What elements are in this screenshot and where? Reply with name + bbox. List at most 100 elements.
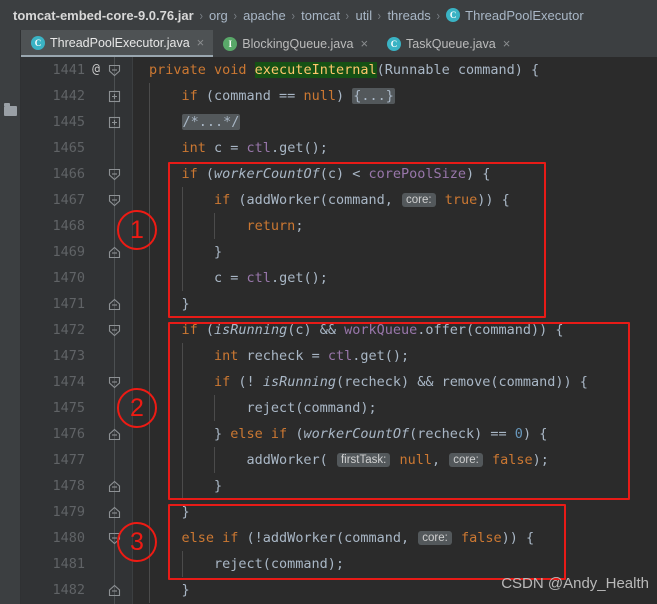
code-fold-collapse-down-icon[interactable] [108,376,121,389]
code-token: true [444,192,478,208]
breadcrumb-item[interactable]: tomcat-embed-core-9.0.76.jar [10,7,197,24]
line-number: 1479 [52,504,85,520]
breadcrumb-item[interactable]: apache [240,7,289,24]
code-token: core: [401,193,436,207]
code-fold-collapse-down-icon[interactable] [108,64,121,77]
editor-tab[interactable]: I BlockingQueue.java × [213,30,377,57]
code-text: c = ctl.get(); [133,265,328,291]
line-number: 1480 [52,530,85,546]
breadcrumb-item[interactable]: C ThreadPoolExecutor [443,7,587,24]
line-number: 1442 [52,88,85,104]
code-line[interactable]: 1479 } [21,499,657,525]
code-token: ( [205,322,215,338]
indent-guide [181,239,183,265]
line-number: 1441 [52,62,85,78]
code-line[interactable]: 1471 } [21,291,657,317]
code-line[interactable]: 1473 int recheck = ctl.get(); [21,343,657,369]
code-fold-expand-icon[interactable] [108,116,121,129]
code-fold-collapse-down-icon[interactable] [108,194,121,207]
code-token: false [460,530,502,546]
code-token: executeInternal [254,62,377,78]
close-icon[interactable]: × [359,37,369,50]
code-token: } [149,478,223,494]
code-token: {...} [352,88,395,104]
code-token: ) { [466,166,491,182]
code-line[interactable]: 1442 if (command == null) {...} [21,83,657,109]
code-line[interactable]: 1478 } [21,473,657,499]
code-token: .get(); [270,270,328,286]
code-token: )) { [477,192,510,208]
close-icon[interactable]: × [196,36,206,49]
line-number: 1472 [52,322,85,338]
code-line[interactable]: 1441 @ private void executeInternal(Runnab… [21,57,657,83]
indent-guide [149,161,150,187]
breadcrumb-label: apache [243,7,286,23]
editor-tab[interactable]: C TaskQueue.java × [377,30,519,57]
breadcrumb-separator: › [345,7,350,23]
breadcrumb-item[interactable]: tomcat [298,7,343,24]
code-token: null [303,88,336,104]
code-editor[interactable]: 1441 @ private void executeInternal(Runnab… [21,57,657,604]
code-line[interactable]: 1476 } else if (workerCountOf(recheck) =… [21,421,657,447]
breadcrumb-item[interactable]: util [352,7,375,24]
line-number: 1475 [52,400,85,416]
breadcrumb-label: threads [387,7,431,23]
code-token: if [214,192,239,208]
code-line[interactable]: 1469 } [21,239,657,265]
folder-icon[interactable] [4,103,17,116]
breadcrumb-bar: tomcat-embed-core-9.0.76.jar › org › apache ›… [0,0,657,30]
code-token: } [149,582,190,598]
code-text: int recheck = ctl.get(); [133,343,409,369]
code-token: } [149,296,190,312]
indent-guide [149,447,150,473]
code-token: reject(command); [149,556,345,572]
close-icon[interactable]: × [502,37,512,50]
code-token: , [431,452,449,468]
code-line[interactable]: 1481 reject(command); [21,551,657,577]
code-fold-expand-icon[interactable] [108,90,121,103]
code-fold-collapse-up-icon[interactable] [108,428,121,441]
code-line[interactable]: 1466 if (workerCountOf(c) < corePoolSize… [21,161,657,187]
indent-guide [181,213,183,239]
code-fold-collapse-down-icon[interactable] [108,324,121,337]
editor-tab[interactable]: C ThreadPoolExecutor.java × [21,30,214,57]
code-line[interactable]: 1470 c = ctl.get(); [21,265,657,291]
indent-guide [181,265,183,291]
code-line[interactable]: 1465 int c = ctl.get(); [21,135,657,161]
editor-tab-label: TaskQueue.java [406,36,496,51]
code-token: ); [532,452,549,468]
code-line[interactable]: 1445 /*...*/ [21,109,657,135]
code-token: if [181,166,206,182]
annotation-gutter-icon[interactable]: @ [89,57,103,83]
code-fold-collapse-up-icon[interactable] [108,506,121,519]
code-token: ctl [327,348,353,364]
code-token: if [181,322,206,338]
code-text: if (addWorker(command, core: true)) { [133,187,510,213]
code-token: false [491,452,533,468]
code-fold-collapse-down-icon[interactable] [108,168,121,181]
code-token: ) { [522,426,548,442]
code-token: firstTask: [336,453,391,467]
indent-guide [181,369,183,395]
code-line[interactable]: 1467 if (addWorker(command, core: true))… [21,187,657,213]
code-line[interactable]: 1472 if (isRunning(c) && workQueue.offer… [21,317,657,343]
sidebar-item-project[interactable]: Project [0,34,21,96]
code-fold-collapse-up-icon[interactable] [108,480,121,493]
indent-guide [149,265,150,291]
code-text: addWorker( firstTask: null, core: false)… [133,447,549,473]
indent-guide [181,395,183,421]
code-text: } [133,473,222,499]
breadcrumb-label: tomcat-embed-core-9.0.76.jar [13,7,194,23]
line-number: 1481 [52,556,85,572]
code-line[interactable]: 1474 if (! isRunning(recheck) && remove(… [21,369,657,395]
code-fold-collapse-up-icon[interactable] [108,246,121,259]
code-fold-collapse-up-icon[interactable] [108,298,121,311]
code-line[interactable]: 1477 addWorker( firstTask: null, core: f… [21,447,657,473]
breadcrumb-item[interactable]: org [206,7,231,24]
breadcrumb-item[interactable]: threads [384,7,433,24]
code-fold-collapse-up-icon[interactable] [108,584,121,597]
code-text: } [133,499,190,525]
annotation-marker-2: 2 [117,388,157,428]
breadcrumb-label: org [208,7,228,23]
code-token: c = [214,140,247,156]
